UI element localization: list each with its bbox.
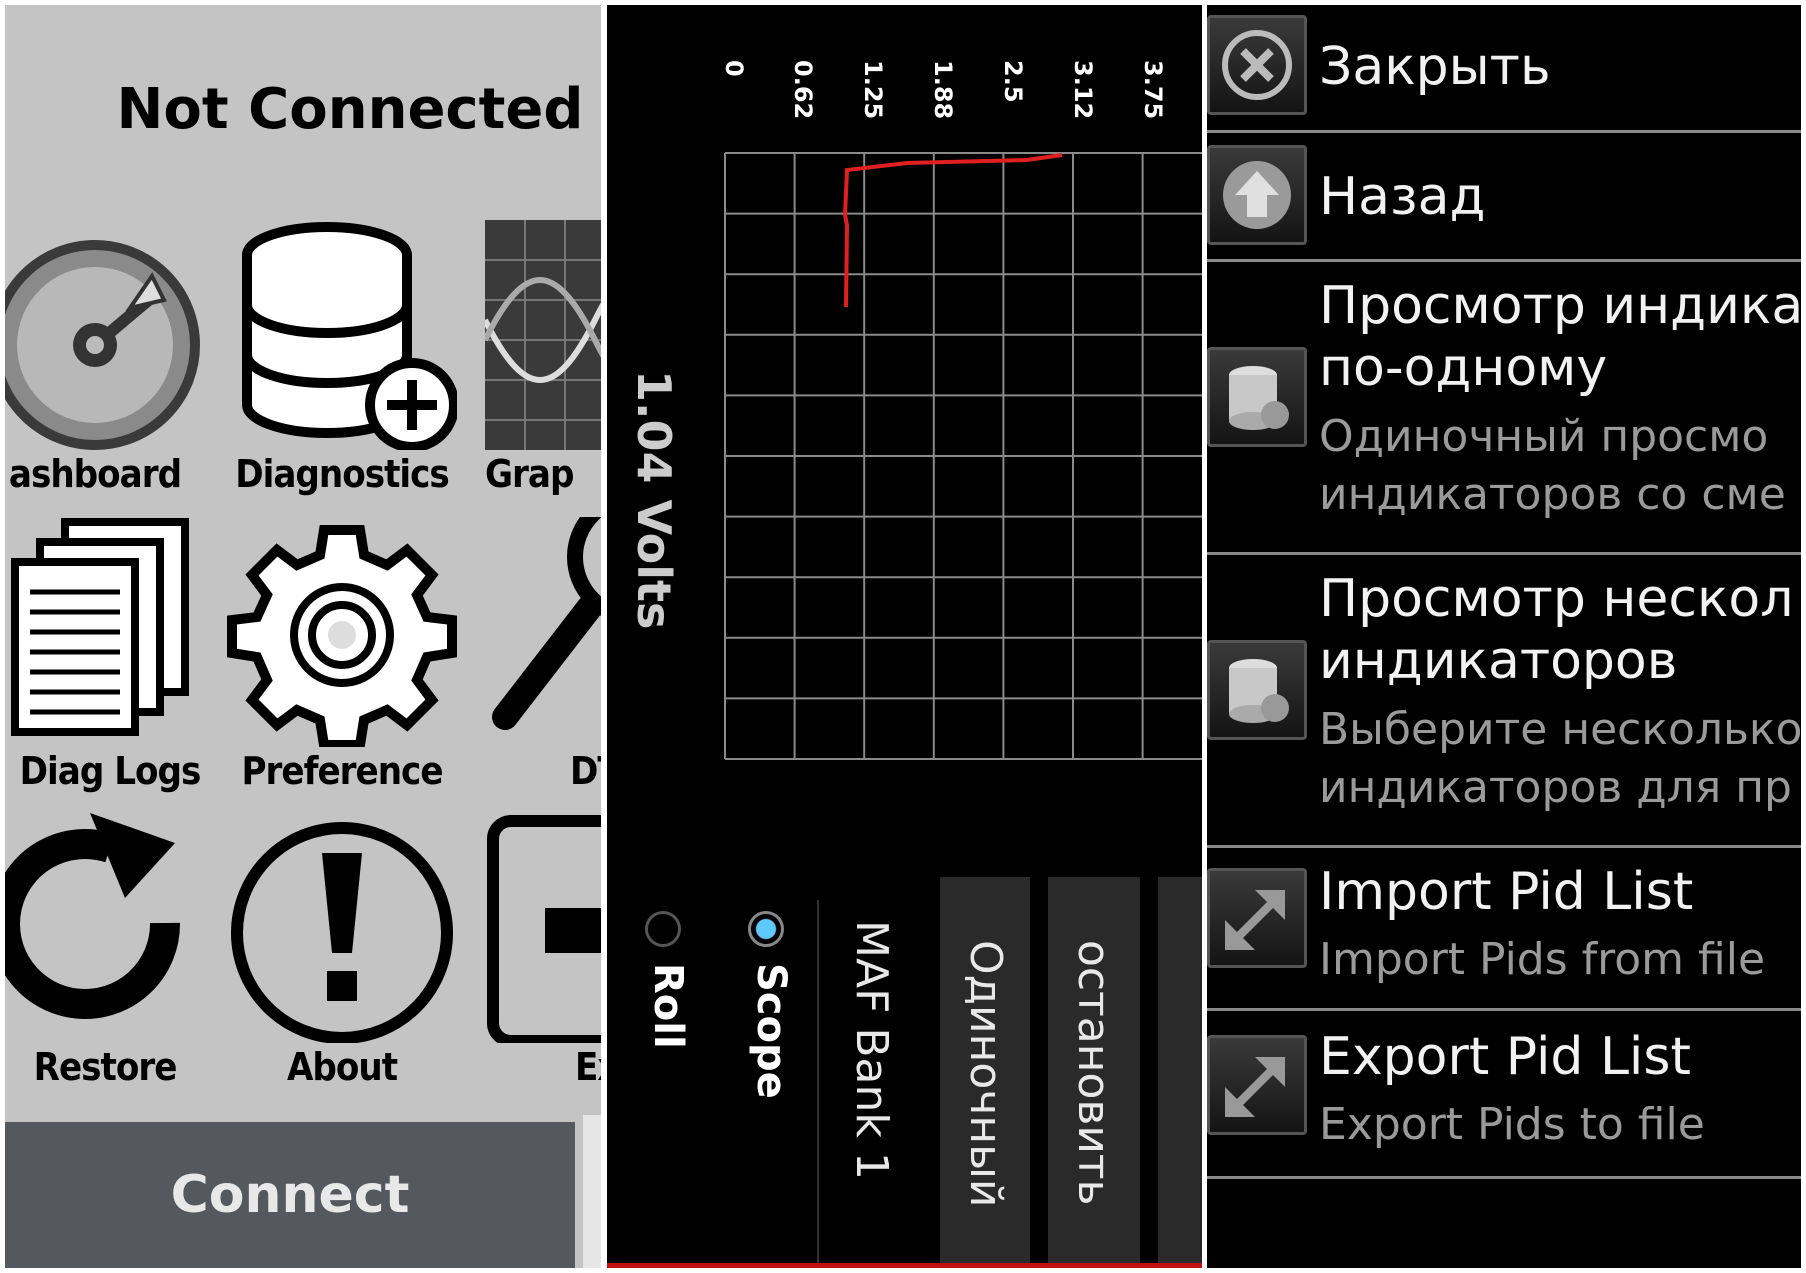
- tile-label: DT: [570, 749, 601, 793]
- menu-item-subtitle-line: Выберите несколько: [1319, 704, 1801, 755]
- scope-radio[interactable]: [748, 911, 784, 947]
- menu-item-back[interactable]: Назад: [1207, 130, 1801, 259]
- dtc-tile[interactable]: DT: [485, 517, 601, 807]
- menu-item-close[interactable]: Закрыть: [1207, 5, 1801, 127]
- tile-label: Ex: [575, 1045, 601, 1089]
- import-icon: [1207, 868, 1307, 968]
- database-icon: [1207, 640, 1307, 740]
- menu-item-subtitle-line: индикаторов для пр: [1319, 762, 1792, 813]
- diagnostics-tile[interactable]: Diagnostics: [227, 220, 457, 510]
- database-icon: [1207, 347, 1307, 447]
- menu-item-view-single[interactable]: Просмотр индика по-одному Одиночный прос…: [1207, 259, 1801, 552]
- connect-button[interactable]: Connect: [5, 1122, 575, 1268]
- roll-radio[interactable]: [645, 911, 681, 947]
- roll-label[interactable]: Roll: [645, 963, 691, 1049]
- tile-label: About: [286, 1045, 398, 1089]
- menu-item-subtitle-line: Одиночный просмо: [1319, 411, 1769, 462]
- menu-item-subtitle: Import Pids from file: [1319, 934, 1766, 985]
- menu-item-title: Назад: [1319, 167, 1486, 227]
- menu-item-title: Export Pid List: [1319, 1027, 1691, 1087]
- preference-tile[interactable]: Preference: [227, 517, 457, 807]
- bottom-accent: [607, 1263, 1202, 1268]
- single-button-label[interactable]: Одиночный: [960, 940, 1011, 1207]
- stop-button-label[interactable]: остановить: [1068, 940, 1119, 1205]
- close-icon: [1207, 15, 1307, 115]
- tile-label: Grap: [485, 452, 574, 496]
- exclamation-icon: [231, 822, 453, 1043]
- magnifier-icon: [492, 517, 601, 730]
- more-button[interactable]: [1158, 877, 1202, 1268]
- graph-tile[interactable]: Grap: [485, 220, 601, 510]
- tile-label: Diagnostics: [235, 452, 450, 496]
- divider: [817, 900, 819, 1268]
- main-menu-panel: Not Connected ashboard Diagnostics Grap …: [5, 5, 601, 1268]
- menu-bottom-divider: [1207, 1176, 1801, 1268]
- graph-icon: [485, 220, 601, 450]
- dashboard-tile[interactable]: ashboard: [5, 220, 210, 510]
- menu-item-title: Import Pid List: [1319, 862, 1694, 922]
- scope-label[interactable]: Scope: [748, 963, 794, 1099]
- connection-status: Not Connected: [116, 77, 584, 142]
- about-tile[interactable]: About: [227, 813, 457, 1103]
- menu-item-export[interactable]: Export Pid List Export Pids to file: [1207, 1008, 1801, 1176]
- gear-icon: [227, 525, 457, 747]
- menu-item-title-line: по-одному: [1319, 338, 1608, 398]
- speedometer-icon: [5, 240, 200, 450]
- graph-panel: 0 0.62 1.25 1.88 2.5 3.12 3.75 1.04 Volt…: [607, 5, 1202, 1268]
- database-add-icon: [242, 222, 457, 450]
- menu-item-subtitle: Export Pids to file: [1319, 1099, 1705, 1150]
- exit-tile[interactable]: Ex: [485, 813, 601, 1103]
- menu-item-import[interactable]: Import Pid List Import Pids from file: [1207, 845, 1801, 1008]
- menu-item-view-multiple[interactable]: Просмотр нескол индикаторов Выберите нес…: [1207, 552, 1801, 845]
- context-menu-panel: Закрыть Назад Просмотр индика по-одному …: [1207, 5, 1801, 1268]
- menu-item-title-line: индикаторов: [1319, 631, 1678, 691]
- series-label: MAF Bank 1: [846, 920, 897, 1180]
- export-icon: [1207, 1035, 1307, 1135]
- menu-item-title: Закрыть: [1319, 37, 1551, 97]
- menu-item-title-line: Просмотр индика: [1319, 276, 1801, 336]
- tile-label: Preference: [241, 749, 443, 793]
- back-up-icon: [1207, 145, 1307, 245]
- exit-icon: [487, 815, 601, 1043]
- scope-grid: [724, 152, 1202, 760]
- documents-icon: [11, 518, 189, 736]
- menu-item-title-line: Просмотр нескол: [1319, 569, 1794, 629]
- refresh-icon: [5, 813, 181, 1019]
- menu-item-subtitle-line: индикаторов со сме: [1319, 469, 1786, 520]
- maf-trace: [842, 153, 1063, 308]
- secondary-button[interactable]: [583, 1115, 601, 1268]
